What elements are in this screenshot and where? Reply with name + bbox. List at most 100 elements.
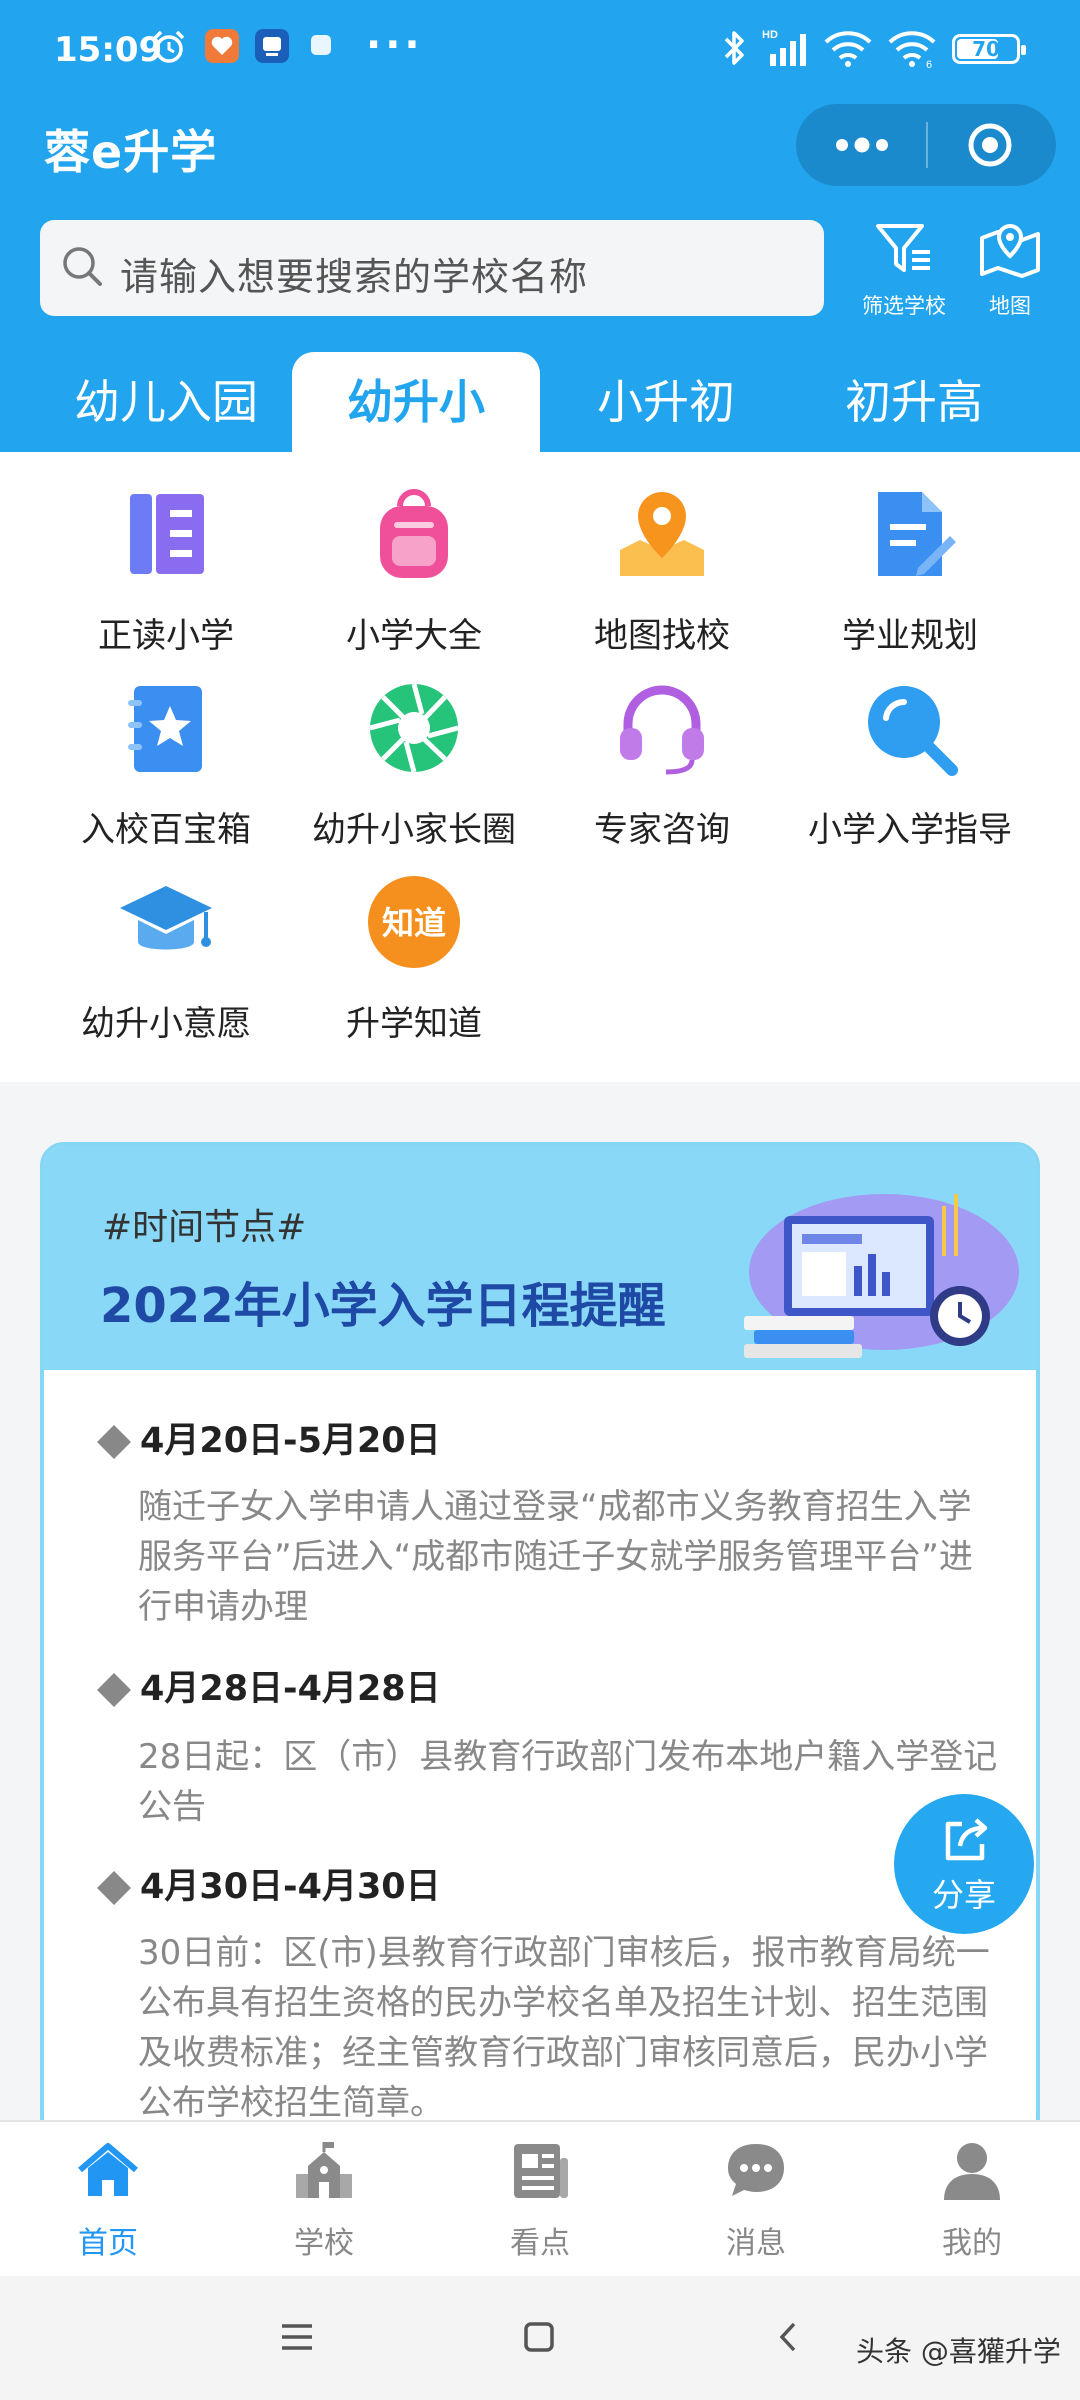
home-square-icon[interactable] — [520, 2318, 558, 2356]
nav-label: 消息 — [726, 2226, 786, 2261]
search-icon — [63, 247, 102, 286]
search-placeholder: 请输入想要搜索的学校名称 — [120, 255, 589, 299]
share-label: 分享 — [931, 1876, 996, 1914]
filter-icon — [876, 224, 930, 272]
zhidao-badge-text: 知道 — [382, 904, 446, 942]
svg-text:6: 6 — [926, 59, 932, 68]
bluetooth-icon — [724, 31, 744, 65]
user-icon — [944, 2143, 1000, 2200]
back-icon[interactable] — [770, 2318, 808, 2356]
grid-item-toolbox[interactable]: 入校百宝箱 — [42, 668, 290, 858]
grid-label: 升学知道 — [346, 1004, 482, 1044]
grid-item-entry-guide[interactable]: 小学入学指导 — [786, 668, 1034, 858]
status-time: 15:09 — [54, 30, 163, 70]
tab-senior-high[interactable]: 初升高 — [790, 352, 1038, 452]
battery-nub — [1021, 45, 1026, 55]
zhidao-badge-icon: 知道 — [368, 876, 460, 968]
grid-item-primary-directory[interactable]: 小学大全 — [290, 474, 538, 664]
entry-date-text: 4月20日-5月20日 — [140, 1421, 441, 1461]
card-tag: #时间节点# — [102, 1207, 307, 1248]
system-nav-bar: 头条 @喜獾升学 — [0, 2276, 1080, 2400]
book-columns-icon — [130, 494, 204, 574]
miniprogram-capsule — [796, 104, 1056, 186]
status-more-dots: ··· — [366, 22, 424, 68]
nav-label: 看点 — [510, 2226, 570, 2261]
nav-highlights[interactable]: 看点 — [432, 2122, 648, 2278]
svg-text:HD: HD — [762, 29, 778, 41]
card-title: 2022年小学入学日程提醒 — [100, 1278, 666, 1334]
grid-label: 学业规划 — [842, 616, 978, 656]
bottom-nav: 首页 学校 看点 消息 我的 — [0, 2120, 1080, 2278]
wifi-6-icon: 6 — [888, 31, 936, 68]
search-guide-icon — [868, 686, 958, 776]
map-label: 地图 — [989, 294, 1031, 318]
nav-label: 我的 — [942, 2226, 1002, 2261]
cube-app-icon — [311, 35, 331, 55]
nav-home[interactable]: 首页 — [0, 2122, 216, 2278]
schedule-card[interactable]: #时间节点# 2022年小学入学日程提醒 4月20日-5月20日 随迁子女入学申… — [40, 1142, 1040, 2142]
app-title: 蓉e升学 — [44, 125, 218, 179]
grid-label: 地图找校 — [594, 616, 730, 656]
battery-level: 70 — [972, 37, 1000, 61]
grid-label: 入校百宝箱 — [81, 810, 251, 850]
nav-school[interactable]: 学校 — [216, 2122, 432, 2278]
schedule-entry-date: 4月28日-4月28日 — [97, 1660, 441, 1711]
nav-messages[interactable]: 消息 — [648, 2122, 864, 2278]
news-icon — [514, 2144, 568, 2198]
alarm-icon — [153, 30, 185, 63]
nav-profile[interactable]: 我的 — [864, 2122, 1080, 2278]
transit-app-icon — [255, 29, 289, 63]
more-menu-icon[interactable] — [834, 132, 890, 158]
message-icon — [728, 2144, 784, 2196]
schedule-entry-date: 4月20日-5月20日 — [97, 1412, 441, 1463]
tab-primary-entry[interactable]: 幼升小 — [292, 352, 540, 452]
map-icon — [980, 223, 1040, 278]
grid-label: 幼升小意愿 — [81, 1004, 251, 1044]
grid-label: 小学大全 — [346, 616, 482, 656]
wifi-icon — [824, 31, 872, 67]
grid-item-study-plan[interactable]: 学业规划 — [786, 474, 1034, 664]
star-notebook-icon — [128, 686, 202, 772]
tab-kindergarten[interactable]: 幼儿入园 — [42, 352, 290, 452]
grid-label: 幼升小家长圈 — [312, 810, 516, 850]
backpack-icon — [380, 489, 448, 578]
nav-label: 学校 — [294, 2226, 354, 2261]
share-icon — [945, 1818, 988, 1861]
grid-label: 小学入学指导 — [808, 810, 1012, 850]
grid-item-intention[interactable]: 幼升小意愿 — [42, 862, 290, 1052]
entry-date-text: 4月30日-4月30日 — [140, 1867, 441, 1907]
diamond-bullet-icon — [97, 1871, 131, 1905]
grid-item-parent-circle[interactable]: 幼升小家长圈 — [290, 668, 538, 858]
watermark: 头条 @喜獾升学 — [856, 2335, 1061, 2368]
home-icon — [78, 2143, 138, 2196]
cellular-signal-icon: HD — [762, 29, 806, 66]
schedule-entry-date: 4月30日-4月30日 — [97, 1858, 441, 1909]
calendar-illustration-icon — [744, 1194, 1019, 1358]
share-button[interactable]: 分享 — [894, 1794, 1034, 1934]
diamond-bullet-icon — [97, 1673, 131, 1707]
graduation-cap-icon — [120, 886, 212, 950]
feature-grid: 正读小学 小学大全 地图找校 学业规划 入校百宝箱 幼升小家长圈 专家咨询 小学… — [0, 452, 1080, 1082]
diamond-bullet-icon — [97, 1425, 131, 1459]
grid-item-zhengdu-primary[interactable]: 正读小学 — [42, 474, 290, 664]
grid-item-expert-consult[interactable]: 专家咨询 — [538, 668, 786, 858]
filter-school-label: 筛选学校 — [862, 294, 946, 318]
headset-icon — [620, 685, 704, 775]
map-pin-icon — [620, 492, 704, 576]
card-header: #时间节点# 2022年小学入学日程提醒 — [44, 1146, 1036, 1370]
header: 15:09 ··· HD 6 70 蓉e升学 请输入想要搜索的学校名称 筛选学校… — [0, 0, 1080, 452]
schedule-entry-desc: 28日起：区（市）县教育行政部门发布本地户籍入学登记公告 — [138, 1737, 998, 1827]
menu-icon[interactable] — [278, 2318, 316, 2356]
health-app-icon — [205, 29, 239, 63]
document-edit-icon — [878, 492, 956, 576]
grid-label: 正读小学 — [98, 616, 234, 656]
grid-item-map-search[interactable]: 地图找校 — [538, 474, 786, 664]
grid-item-know-how[interactable]: 知道 升学知道 — [290, 862, 538, 1052]
tab-junior-high[interactable]: 小升初 — [542, 352, 790, 452]
schedule-entry-desc: 30日前：区(市)县教育行政部门审核后，报市教育局统一公布具有招生资格的民办学校… — [138, 1933, 990, 2123]
search-input[interactable]: 请输入想要搜索的学校名称 — [40, 220, 824, 316]
close-miniprogram-icon[interactable] — [966, 121, 1014, 169]
aperture-icon — [369, 683, 459, 773]
status-bar: 15:09 ··· HD 6 70 — [0, 0, 1080, 104]
entry-date-text: 4月28日-4月28日 — [140, 1669, 441, 1709]
